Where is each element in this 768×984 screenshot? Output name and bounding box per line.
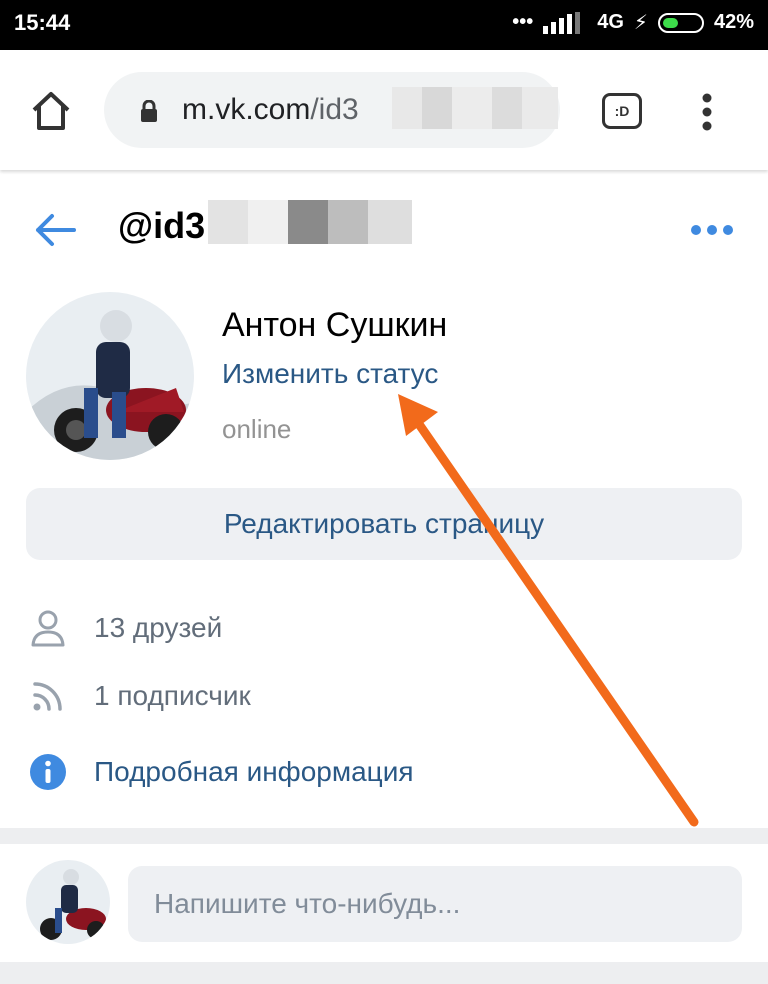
redacted-url-area	[392, 87, 558, 129]
charging-icon: ⚡	[633, 12, 648, 34]
lock-icon	[141, 100, 157, 122]
details-label: Подробная информация	[94, 756, 414, 787]
battery-percent: 42%	[713, 11, 754, 33]
person-icon	[26, 608, 70, 648]
avatar[interactable]	[26, 292, 194, 460]
friends-count: 13 друзей	[94, 612, 223, 643]
network-type: 4G	[597, 11, 624, 33]
more-icon: •••	[512, 11, 534, 33]
browser-toolbar: m.vk.com/id3	[0, 50, 768, 170]
presence-status: online	[222, 414, 292, 444]
section-divider	[0, 828, 768, 844]
status-indicators: ••• 4G ⚡ 42%	[512, 10, 754, 35]
edit-page-button[interactable]: Редактировать страницу	[26, 488, 742, 560]
details-link[interactable]: Подробная информация	[26, 752, 526, 792]
more-horiz-icon[interactable]	[690, 224, 734, 236]
redacted-handle-area	[208, 200, 412, 244]
profile-name: Антон Сушкин	[222, 306, 448, 344]
info-icon	[26, 752, 70, 792]
url-host: m.vk.com	[182, 93, 311, 126]
more-vert-icon[interactable]	[700, 92, 714, 132]
followers-link[interactable]: 1 подписчик	[26, 676, 526, 716]
post-input[interactable]	[128, 866, 742, 942]
battery-icon	[657, 12, 704, 33]
clock: 15:44	[14, 10, 71, 35]
tabs-button[interactable]: :D	[602, 93, 642, 129]
url-text: m.vk.com/id3	[182, 93, 359, 127]
change-status-link[interactable]: Изменить статус	[222, 358, 438, 390]
friends-link[interactable]: 13 друзей	[26, 608, 526, 648]
composer-avatar	[26, 860, 110, 944]
followers-count: 1 подписчик	[94, 680, 251, 711]
arrow-left-icon[interactable]	[32, 210, 78, 250]
rss-icon	[26, 676, 70, 716]
page-title: @id3	[118, 205, 206, 246]
signal-icon	[543, 11, 581, 34]
url-path: /id3	[310, 93, 359, 126]
bottom-divider	[0, 962, 768, 984]
status-bar: 15:44 ••• 4G ⚡ 42%	[0, 0, 768, 50]
home-icon[interactable]	[26, 86, 76, 136]
